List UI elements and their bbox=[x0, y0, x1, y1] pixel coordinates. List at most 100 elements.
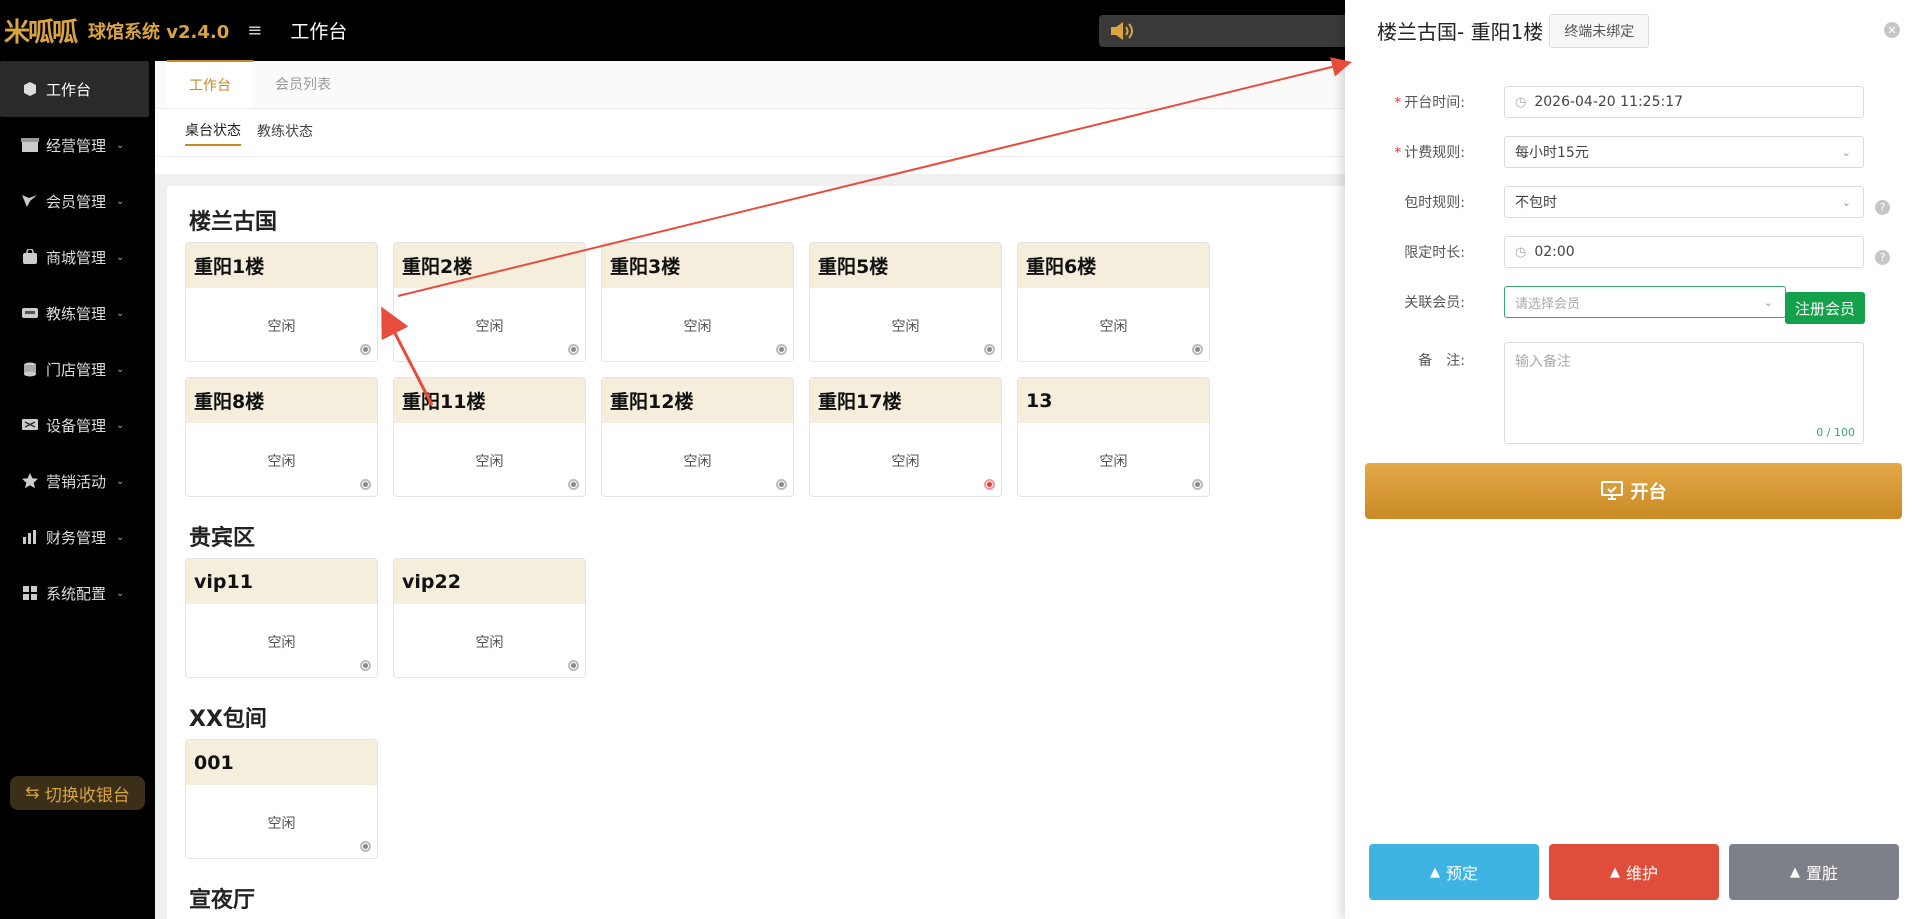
sidebar-item-label: 工作台 bbox=[46, 80, 92, 99]
table-status: 空闲 bbox=[891, 319, 920, 335]
maintain-button[interactable]: ▲ 维护 bbox=[1549, 844, 1719, 900]
table-card[interactable]: 13 空闲 bbox=[1017, 377, 1210, 497]
sidebar-item-label: 设备管理 bbox=[46, 416, 107, 435]
table-card[interactable]: vip11 空闲 bbox=[185, 558, 378, 678]
member-label: 关联会员: bbox=[1404, 295, 1465, 311]
package-select[interactable]: 不包时 ⌄ bbox=[1504, 186, 1864, 218]
table-card[interactable]: 重阳11楼 空闲 bbox=[393, 377, 586, 497]
sidebar-item-stores[interactable]: 门店管理 ⌄ bbox=[0, 341, 155, 397]
main-area: 工作台 会员列表 桌台状态 教练状态 楼兰古国 重阳1楼 空闲 重阳2楼 空闲 重阳… bbox=[155, 60, 1345, 919]
open-table-button[interactable]: 开台 bbox=[1365, 463, 1902, 519]
status-dot bbox=[360, 841, 371, 852]
table-status: 空闲 bbox=[475, 319, 504, 335]
table-status: 空闲 bbox=[267, 635, 296, 651]
mark-dirty-button[interactable]: ▲ 置脏 bbox=[1729, 844, 1899, 900]
table-board: 楼兰古国 重阳1楼 空闲 重阳2楼 空闲 重阳3楼 空闲 重阳5楼 空闲 重阳6楼 空闲 … bbox=[155, 174, 1345, 919]
table-card[interactable]: 重阳3楼空闲 bbox=[601, 242, 794, 362]
subtab-table-status[interactable]: 桌台状态 bbox=[185, 120, 241, 146]
limit-value: 02:00 bbox=[1534, 244, 1575, 260]
subtab-coach-status[interactable]: 教练状态 bbox=[257, 121, 313, 145]
open-time-value: 2026-04-20 11:25:17 bbox=[1534, 94, 1684, 110]
help-icon[interactable]: ? bbox=[1875, 250, 1890, 265]
sidebar-item-settings[interactable]: 系统配置 ⌄ bbox=[0, 565, 155, 621]
chart-icon bbox=[20, 527, 40, 547]
zone-grid: 001 空闲 bbox=[185, 739, 1345, 874]
table-name: 重阳3楼 bbox=[602, 243, 793, 288]
table-status: 空闲 bbox=[1099, 454, 1128, 470]
status-dot bbox=[568, 344, 579, 355]
zone-title: XX包间 bbox=[189, 707, 267, 732]
table-card[interactable]: 重阳8楼 空闲 bbox=[185, 377, 378, 497]
tab-member-list[interactable]: 会员列表 bbox=[253, 60, 353, 108]
table-name: 13 bbox=[1018, 378, 1209, 423]
table-name: 重阳17楼 bbox=[810, 378, 1001, 423]
sidebar-item-marketing[interactable]: 营销活动 ⌄ bbox=[0, 453, 155, 509]
chevron-down-icon: ⌄ bbox=[116, 419, 125, 431]
table-card[interactable]: vip22 空闲 bbox=[393, 558, 586, 678]
bag-icon bbox=[20, 247, 40, 267]
limit-field[interactable]: ◷ 02:00 bbox=[1504, 236, 1864, 268]
sidebar-item-mall[interactable]: 商城管理 ⌄ bbox=[0, 229, 155, 285]
table-card[interactable]: 重阳2楼空闲 bbox=[393, 242, 586, 362]
sidebar-item-label: 教练管理 bbox=[46, 304, 107, 323]
chevron-down-icon: ⌄ bbox=[116, 587, 125, 599]
sidebar-item-coach[interactable]: 教练管理 ⌄ bbox=[0, 285, 155, 341]
logo-mark: 米呱呱 bbox=[4, 18, 78, 48]
sidebar-item-label: 商城管理 bbox=[46, 248, 107, 267]
help-icon[interactable]: ? bbox=[1875, 200, 1890, 215]
sidebar-item-devices[interactable]: 设备管理 ⌄ bbox=[0, 397, 155, 453]
register-member-button[interactable]: 注册会员 bbox=[1785, 292, 1865, 324]
speaker-icon bbox=[1111, 22, 1133, 40]
coins-icon bbox=[20, 359, 40, 379]
notice-bar[interactable] bbox=[1099, 15, 1359, 47]
open-time-label: * 开台时间: bbox=[1394, 95, 1465, 111]
chevron-down-icon: ⌄ bbox=[116, 475, 125, 487]
close-icon[interactable]: ✕ bbox=[1884, 22, 1900, 38]
status-dot bbox=[1192, 344, 1203, 355]
sidebar-item-label: 营销活动 bbox=[46, 472, 107, 491]
reserve-label: 预定 bbox=[1445, 864, 1478, 883]
table-name: 重阳2楼 bbox=[394, 243, 585, 288]
sidebar-item-label: 经营管理 bbox=[46, 136, 107, 155]
table-card[interactable]: 001 空闲 bbox=[185, 739, 378, 859]
reserve-button[interactable]: ▲ 预定 bbox=[1369, 844, 1539, 900]
table-card[interactable]: 重阳1楼 空闲 bbox=[185, 242, 378, 362]
sidebar-item-workbench[interactable]: 工作台 bbox=[0, 61, 149, 117]
table-card[interactable]: 重阳6楼 空闲 bbox=[1017, 242, 1210, 362]
tab-workbench[interactable]: 工作台 bbox=[167, 60, 253, 108]
sidebar-item-members[interactable]: 会员管理 ⌄ bbox=[0, 173, 155, 229]
sidebar-item-business[interactable]: 经营管理 ⌄ bbox=[0, 117, 155, 173]
table-status: 空闲 bbox=[267, 816, 296, 832]
table-card[interactable]: 重阳5楼 空闲 bbox=[809, 242, 1002, 362]
sidebar-item-label: 系统配置 bbox=[46, 584, 107, 603]
table-card[interactable]: 重阳17楼空闲 bbox=[809, 377, 1002, 497]
billing-select[interactable]: 每小时15元 ⌄ bbox=[1504, 136, 1864, 168]
sidebar-item-finance[interactable]: 财务管理 ⌄ bbox=[0, 509, 155, 565]
clock-icon: ◷ bbox=[1515, 244, 1527, 260]
zone-grid: 重阳1楼 空闲 重阳2楼 空闲 重阳3楼 空闲 重阳5楼 空闲 重阳6楼 空闲 重阳8楼空… bbox=[185, 242, 1345, 512]
table-status: 空闲 bbox=[683, 454, 712, 470]
open-time-field[interactable]: ◷ 2026-04-20 11:25:17 bbox=[1504, 86, 1864, 118]
table-status: 空闲 bbox=[267, 319, 296, 335]
table-status: 空闲 bbox=[475, 454, 504, 470]
table-name: 重阳6楼 bbox=[1018, 243, 1209, 288]
switch-cashier-button[interactable]: ⇆ 切换收银台 bbox=[10, 776, 145, 810]
remark-textarea[interactable]: 输入备注 0 / 100 bbox=[1504, 342, 1864, 444]
billing-row: * 计费规则: 每小时15元 ⌄ bbox=[1345, 136, 1918, 168]
table-status: 空闲 bbox=[475, 635, 504, 651]
open-table-label: 开台 bbox=[1630, 482, 1667, 503]
menu-collapse-icon[interactable]: ≡ bbox=[247, 20, 262, 41]
vip-icon bbox=[20, 191, 40, 211]
status-dot bbox=[1192, 479, 1203, 490]
cube-icon bbox=[20, 79, 40, 99]
sidebar-item-label: 门店管理 bbox=[46, 360, 107, 379]
table-status: 空闲 bbox=[891, 454, 920, 470]
member-select[interactable]: 请选择会员 ⌄ bbox=[1504, 286, 1786, 318]
table-status: 空闲 bbox=[683, 319, 712, 335]
status-dot bbox=[568, 479, 579, 490]
zone-title: 宣夜厅 bbox=[189, 888, 256, 913]
sub-tabs: 桌台状态 教练状态 bbox=[155, 109, 1345, 157]
member-row: 关联会员: 请选择会员 ⌄ 注册会员 bbox=[1345, 286, 1918, 324]
table-card[interactable]: 重阳12楼 空闲 bbox=[601, 377, 794, 497]
switch-cashier-label: 切换收银台 bbox=[44, 785, 130, 806]
